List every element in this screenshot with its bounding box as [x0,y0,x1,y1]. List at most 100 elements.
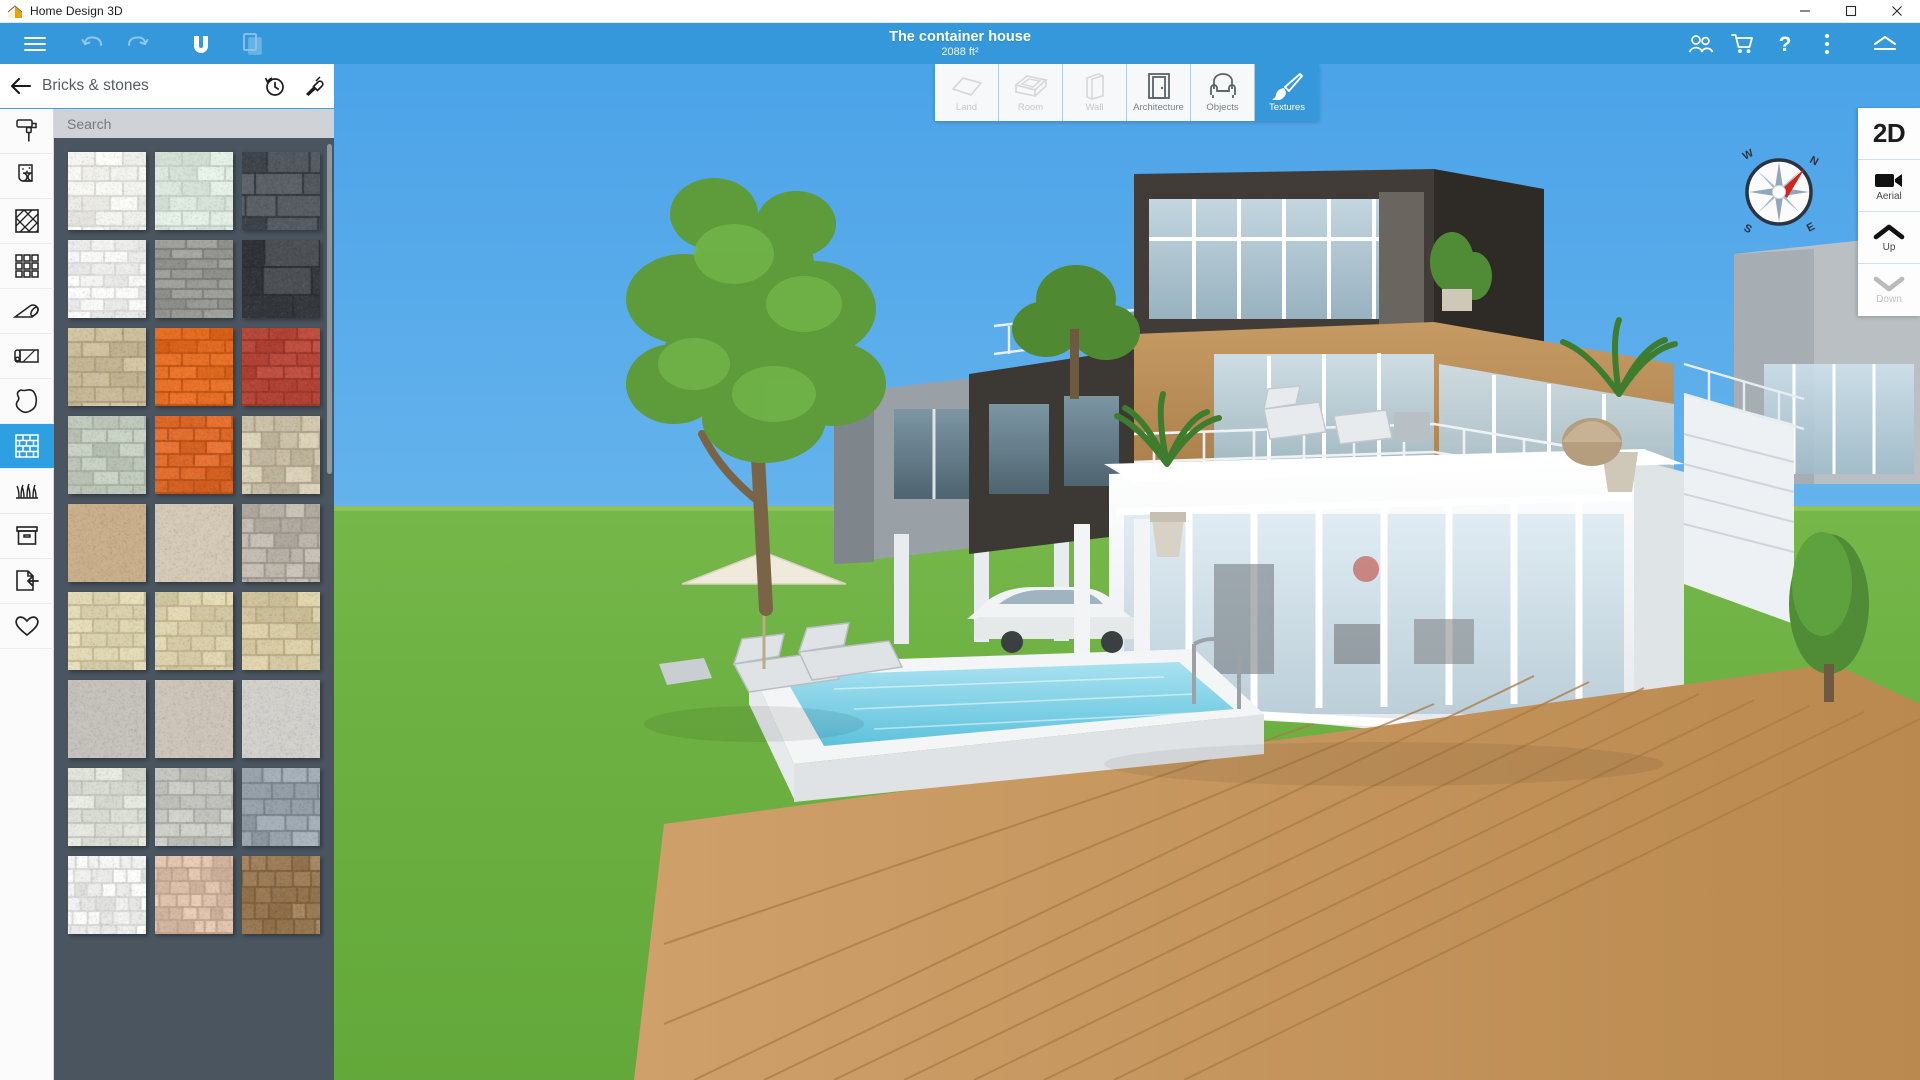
redo-icon[interactable] [115,23,159,64]
hamburger-menu-icon[interactable] [13,23,57,64]
texture-swatch-orange-brick[interactable] [155,328,233,406]
texture-swatch-bright-orange-brick[interactable] [155,416,233,494]
more-options-icon[interactable] [1806,23,1848,64]
panel-title: Bricks & stones [42,77,254,95]
rail-item-carpets[interactable] [0,289,54,334]
texture-swatch-cream-rubble-stone[interactable] [242,416,320,494]
recent-history-icon[interactable] [254,64,294,109]
texture-swatch-pink-gravel[interactable] [155,856,233,934]
swatch-cell[interactable] [237,851,324,939]
rail-item-favorites[interactable] [0,604,54,649]
swatch-cell[interactable] [63,499,150,587]
texture-swatch-cream-cut-stone[interactable] [155,592,233,670]
rail-item-leather[interactable] [0,379,54,424]
swatch-cell[interactable] [63,323,150,411]
minimize-icon[interactable] [1782,0,1828,22]
swatch-cell[interactable] [150,235,237,323]
swatch-cell[interactable] [150,499,237,587]
texture-swatch-white-rough-brick[interactable] [68,240,146,318]
swatch-cell[interactable] [150,763,237,851]
swatch-cell[interactable] [150,675,237,763]
tab-objects[interactable]: Objects [1191,64,1255,121]
texture-swatch-light-grey-brick[interactable] [155,768,233,846]
tab-land[interactable]: Land [935,64,999,121]
view-2d-button[interactable]: 2D [1858,108,1920,160]
swatch-cell[interactable] [237,587,324,675]
texture-swatch-light-sand-plaster[interactable] [155,504,233,582]
swatch-cell[interactable] [150,147,237,235]
texture-swatch-pale-ashlar-stone[interactable] [68,592,146,670]
view-up-button[interactable]: Up [1858,212,1920,264]
texture-swatch-pale-grey-granite[interactable] [242,680,320,758]
swatch-cell[interactable] [150,411,237,499]
view-down-button[interactable]: Down [1858,264,1920,316]
viewport-3d[interactable]: Land Room Wall Architecture Objects Textures [334,64,1920,1080]
compass-rose[interactable]: W N S E [1733,146,1825,238]
texture-swatch-red-brick[interactable] [242,328,320,406]
help-icon[interactable]: ? [1764,23,1806,64]
magnet-snap-icon[interactable] [179,23,223,64]
texture-swatch-list[interactable] [54,138,334,1080]
rail-item-wallpapers[interactable] [0,154,54,199]
swatch-cell[interactable] [63,411,150,499]
eyedropper-icon[interactable] [294,64,334,109]
undo-icon[interactable] [71,23,115,64]
texture-swatch-white-subway-brick[interactable] [68,152,146,230]
swatch-cell[interactable] [150,587,237,675]
tab-textures[interactable]: Textures [1255,64,1319,121]
rail-item-tiles[interactable] [0,244,54,289]
close-icon[interactable] [1874,0,1920,22]
swatch-cell[interactable] [63,675,150,763]
swatch-cell[interactable] [150,323,237,411]
rail-item-linoleum[interactable] [0,334,54,379]
swatch-cell[interactable] [63,851,150,939]
rail-item-materials[interactable] [0,514,54,559]
texture-swatch-charcoal-stone[interactable] [242,240,320,318]
swatch-cell[interactable] [63,235,150,323]
texture-swatch-brown-cobblestone[interactable] [242,856,320,934]
texture-swatch-beige-travertine[interactable] [155,680,233,758]
texture-swatch-blue-grey-stone[interactable] [242,768,320,846]
swatch-cell[interactable] [237,147,324,235]
rail-item-import[interactable] [0,559,54,604]
tab-room[interactable]: Room [999,64,1063,121]
swatch-cell[interactable] [237,235,324,323]
shopping-cart-icon[interactable] [1722,23,1764,64]
swatch-cell[interactable] [63,147,150,235]
texture-swatch-grey-thin-brick[interactable] [155,240,233,318]
swatch-cell[interactable] [237,763,324,851]
texture-swatch-green-grey-brick[interactable] [68,416,146,494]
tab-wall[interactable]: Wall [1063,64,1127,121]
swatch-cell[interactable] [150,851,237,939]
texture-swatch-grey-pebble-stone[interactable] [242,504,320,582]
search-input[interactable] [54,109,334,138]
rail-item-parquet[interactable] [0,199,54,244]
texture-swatch-grey-smooth-concrete[interactable] [68,680,146,758]
texture-swatch-sand-ashlar-stone[interactable] [242,592,320,670]
texture-swatch-tan-sandstone[interactable] [68,504,146,582]
community-icon[interactable] [1680,23,1722,64]
swatch-cell[interactable] [237,411,324,499]
texture-swatch-pale-green-brick[interactable] [155,152,233,230]
project-info: The container house 2088 ft² [0,23,1920,64]
rail-item-grass[interactable] [0,469,54,514]
swatch-cell[interactable] [237,499,324,587]
tab-architecture[interactable]: Architecture [1127,64,1191,121]
panel-scrollbar[interactable] [327,144,332,474]
maximize-icon[interactable] [1828,0,1874,22]
texture-swatch-beige-stone-block[interactable] [68,328,146,406]
swatch-cell[interactable] [63,587,150,675]
copy-paste-icon[interactable] [231,23,275,64]
category-rail [0,64,54,1080]
collapse-toolbar-icon[interactable] [1864,23,1906,64]
rail-item-paints[interactable] [0,109,54,154]
rail-item-bricks-stones[interactable] [0,424,54,469]
swatch-cell[interactable] [237,323,324,411]
texture-swatch-white-pebbles[interactable] [68,856,146,934]
swatch-cell[interactable] [63,763,150,851]
texture-swatch-dark-slate-stone[interactable] [242,152,320,230]
texture-swatch-whitewashed-brick[interactable] [68,768,146,846]
view-aerial-button[interactable]: Aerial [1858,160,1920,212]
swatch-cell[interactable] [237,675,324,763]
back-arrow-icon[interactable] [0,64,42,109]
